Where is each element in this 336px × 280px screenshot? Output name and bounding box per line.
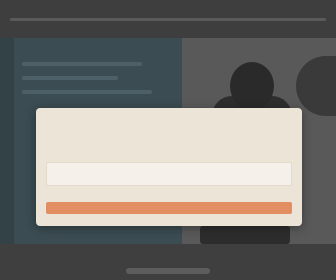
top-bar-divider [10, 18, 326, 21]
dialog [36, 108, 302, 226]
media-caption-bar [200, 226, 290, 244]
avatar [230, 62, 274, 110]
panel-text-line [22, 62, 142, 66]
home-indicator[interactable] [126, 268, 210, 274]
bottom-bar [0, 244, 336, 280]
side-strip [0, 38, 14, 244]
panel-text-line [22, 90, 152, 94]
dialog-input-field[interactable] [46, 162, 292, 186]
dialog-confirm-button[interactable] [46, 202, 292, 214]
panel-text-line [22, 76, 118, 80]
app-screen [0, 0, 336, 280]
top-bar [0, 0, 336, 39]
